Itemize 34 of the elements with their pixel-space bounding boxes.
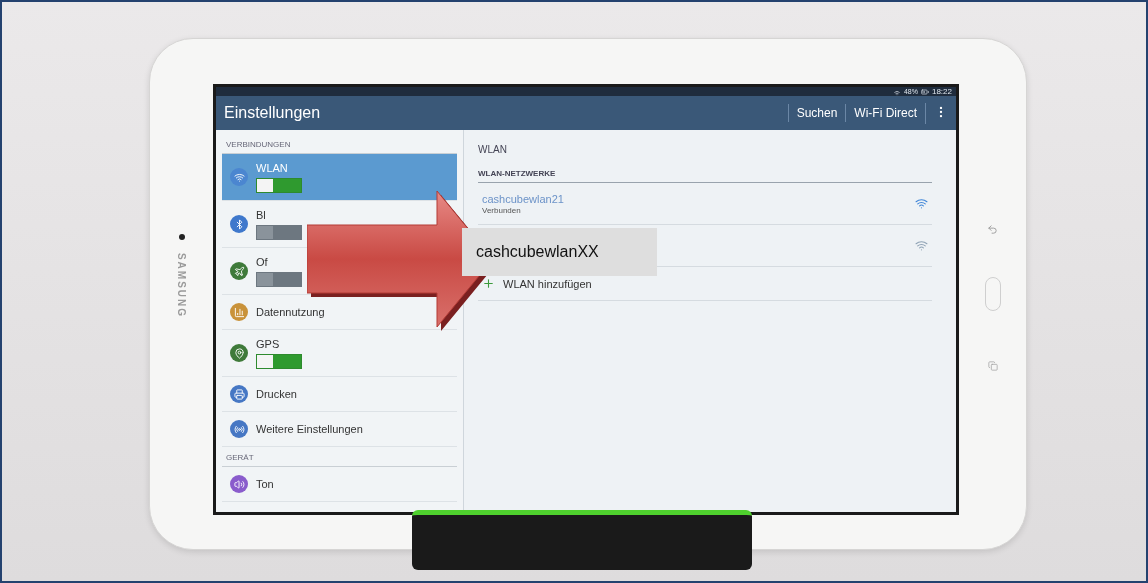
camera-dot	[178, 234, 185, 240]
section-heading: GERÄT	[222, 447, 457, 467]
sidebar-item[interactable]: GPS	[222, 330, 310, 376]
action-button[interactable]: Wi-Fi Direct	[845, 104, 925, 122]
item-label: Ton	[256, 478, 274, 490]
item-label: Drucken	[256, 388, 297, 400]
sidebar-item[interactable]: Drucken	[222, 377, 305, 411]
battery-icon	[920, 87, 929, 96]
sidebar-item[interactable]: Weitere Einstellungen	[222, 412, 371, 446]
toggle-switch[interactable]	[256, 177, 302, 193]
plus-icon	[482, 277, 495, 290]
item-label: WLAN	[256, 161, 289, 174]
window-title: Einstellungen	[224, 104, 322, 122]
sidebar-item[interactable]: Datennutzung	[222, 295, 333, 329]
back-icon[interactable]	[987, 224, 998, 235]
network-status: Verbunden	[482, 205, 522, 215]
callout-label: cashcubewlanXX	[462, 228, 657, 276]
item-label: GPS	[256, 337, 281, 350]
toggle-switch[interactable]	[256, 271, 302, 287]
sidebar-item[interactable]: Ton	[222, 467, 282, 501]
item-label: Bl	[256, 208, 267, 221]
item-label: Of	[256, 255, 269, 268]
page-title: WLAN	[478, 143, 508, 157]
section-heading: WLAN-NETZWERKE	[478, 169, 932, 183]
item-label: Weitere Einstellungen	[256, 423, 363, 435]
brand-label: SAMSUNG	[176, 252, 187, 319]
toggle-switch[interactable]	[256, 353, 302, 369]
clock: 18:22	[931, 87, 952, 96]
sidebar-item[interactable]: Bl	[222, 201, 310, 247]
sidebar-item[interactable]: Of	[222, 248, 310, 294]
network-name: cashcubewlan21	[482, 192, 565, 205]
item-label: Datennutzung	[256, 306, 325, 318]
action-button[interactable]: Suchen	[787, 104, 846, 122]
toggle-switch[interactable]	[256, 224, 302, 240]
